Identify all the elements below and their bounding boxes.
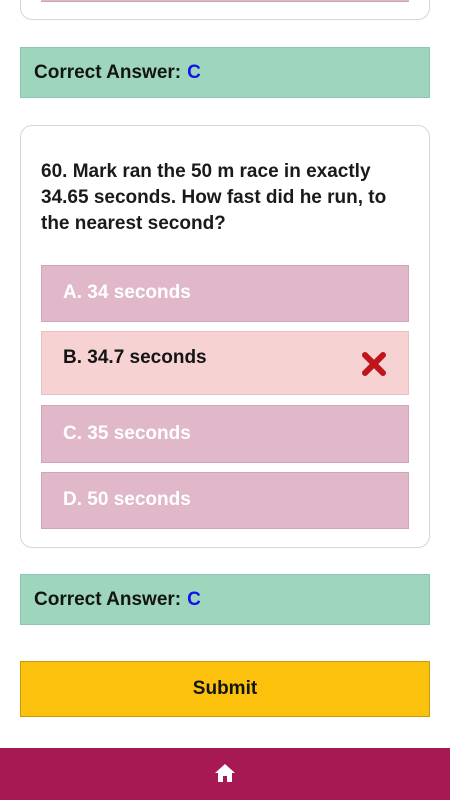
previous-option[interactable] <box>41 0 409 2</box>
correct-answer-bar: Correct Answer: C <box>20 47 430 98</box>
correct-answer-bar: Correct Answer: C <box>20 574 430 625</box>
option-c[interactable]: C. 35 seconds <box>41 405 409 463</box>
option-d[interactable]: D. 50 seconds <box>41 472 409 529</box>
previous-question-card <box>20 0 430 20</box>
correct-answer-letter: C <box>187 61 201 83</box>
submit-button[interactable]: Submit <box>20 661 430 717</box>
option-a[interactable]: A. 34 seconds <box>41 265 409 322</box>
option-label: C. 35 seconds <box>63 423 191 444</box>
option-label: D. 50 seconds <box>63 489 191 510</box>
wrong-answer-icon <box>362 352 386 376</box>
option-label: B. 34.7 seconds <box>63 347 207 368</box>
bottom-nav <box>0 748 450 800</box>
correct-answer-letter: C <box>187 588 201 610</box>
home-icon[interactable] <box>213 761 237 785</box>
question-text: 60. Mark ran the 50 m race in exactly 34… <box>41 161 387 234</box>
question-card: 60. Mark ran the 50 m race in exactly 34… <box>20 125 430 548</box>
option-b[interactable]: B. 34.7 seconds <box>41 331 409 395</box>
correct-answer-label: Correct Answer: <box>34 61 182 83</box>
option-label: A. 34 seconds <box>63 282 191 303</box>
correct-answer-label: Correct Answer: <box>34 588 182 610</box>
